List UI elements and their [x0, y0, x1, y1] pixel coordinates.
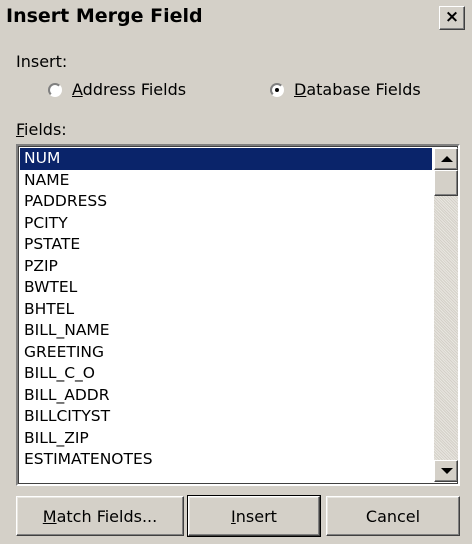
close-button[interactable]: × — [439, 6, 465, 30]
dialog-title: Insert Merge Field — [6, 5, 203, 27]
list-item[interactable]: BILL_ZIP — [20, 428, 432, 450]
address-fields-label: Address Fields — [72, 80, 187, 99]
insert-merge-field-dialog: Insert Merge Field × Insert: Address Fie… — [0, 0, 472, 544]
fields-listbox[interactable]: NUM NAME PADDRESS PCITY PSTATE PZIP BWTEL BHTEL… — [16, 144, 460, 486]
address-fields-radio[interactable]: Address Fields — [48, 80, 186, 99]
list-item[interactable]: ESTIMATENOTES — [20, 449, 432, 471]
list-item[interactable]: BILL_C_O — [20, 363, 432, 385]
database-fields-label: Database Fields — [294, 80, 421, 99]
scrollbar-thumb[interactable] — [434, 170, 458, 196]
insert-button[interactable]: Insert — [187, 495, 321, 537]
list-item[interactable]: PADDRESS — [20, 191, 432, 213]
title-bar: Insert Merge Field × — [0, 0, 472, 36]
fields-label: Fields: — [16, 120, 67, 139]
radio-button-unchecked[interactable] — [48, 82, 62, 97]
list-item[interactable]: BILL_NAME — [20, 320, 432, 342]
list-item[interactable]: BWTEL — [20, 277, 432, 299]
scroll-up-button[interactable] — [434, 148, 458, 170]
list-item[interactable]: BILL_ADDR — [20, 385, 432, 407]
close-icon: × — [444, 7, 460, 27]
fields-list: NUM NAME PADDRESS PCITY PSTATE PZIP BWTEL BHTEL… — [20, 148, 432, 471]
list-item[interactable]: NUM — [20, 148, 432, 170]
insert-label: Insert: — [16, 52, 68, 71]
vertical-scrollbar[interactable] — [434, 148, 458, 482]
radio-button-checked[interactable] — [270, 82, 284, 97]
list-item[interactable]: PCITY — [20, 213, 432, 235]
match-fields-button[interactable]: Match Fields... — [16, 496, 184, 536]
list-item[interactable]: GREETING — [20, 342, 432, 364]
list-item[interactable]: PZIP — [20, 256, 432, 278]
list-item[interactable]: PSTATE — [20, 234, 432, 256]
triangle-down-icon — [441, 468, 453, 474]
database-fields-radio[interactable]: Database Fields — [270, 80, 421, 99]
cancel-button[interactable]: Cancel — [326, 496, 460, 536]
list-item[interactable]: BHTEL — [20, 299, 432, 321]
list-item[interactable]: BILLCITYST — [20, 406, 432, 428]
scroll-down-button[interactable] — [434, 460, 458, 482]
triangle-up-icon — [441, 156, 453, 162]
list-item[interactable]: NAME — [20, 170, 432, 192]
